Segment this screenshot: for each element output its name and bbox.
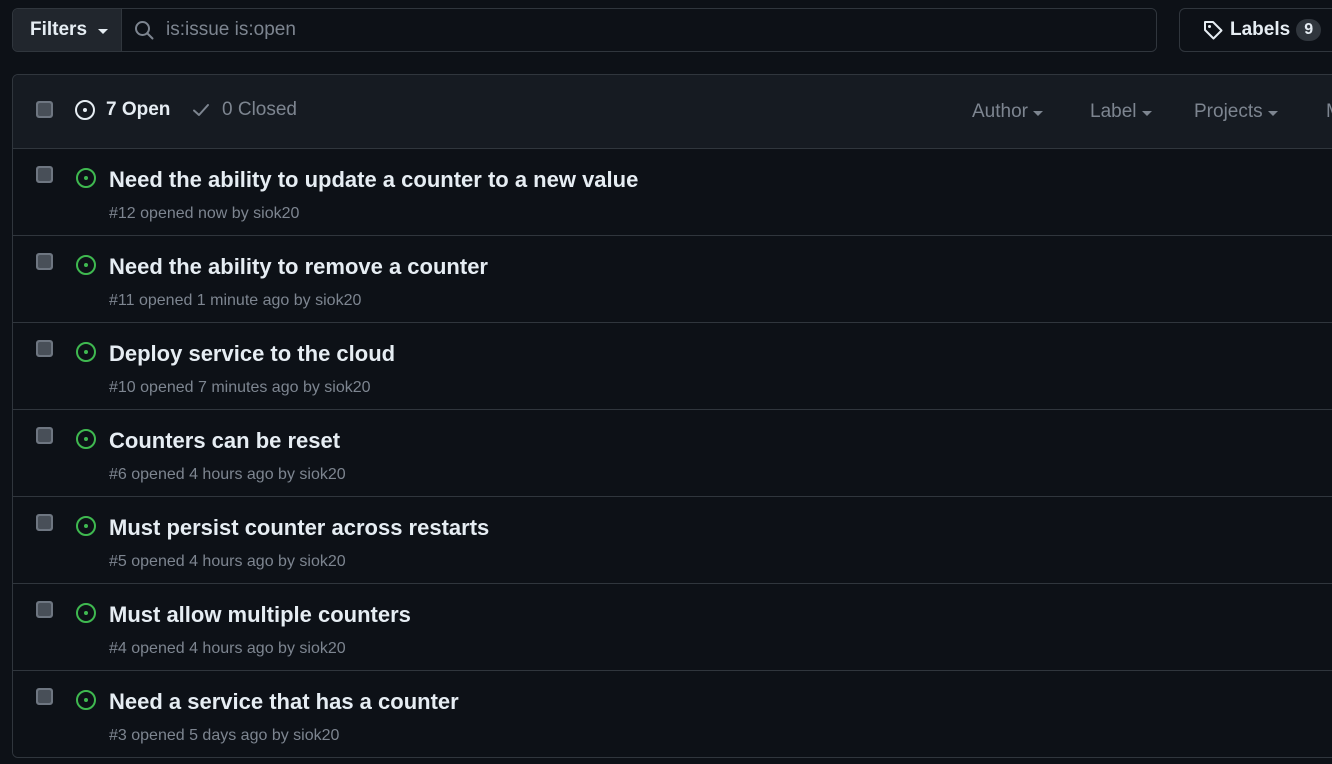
- search-input[interactable]: [164, 18, 1064, 42]
- search-box[interactable]: [122, 9, 1156, 51]
- issue-checkbox[interactable]: [36, 340, 53, 357]
- issue-opened-icon: [76, 690, 96, 710]
- check-icon: [193, 104, 209, 116]
- author-filter[interactable]: Author: [972, 101, 1043, 123]
- issues-toolbar: Filters Labels 9: [0, 0, 1332, 60]
- issues-list: 7 Open 0 Closed Author Label Projects M: [12, 74, 1332, 758]
- issue-title-link[interactable]: Must allow multiple counters: [109, 602, 411, 628]
- issue-opened-text: opened 1 minute ago by: [138, 292, 311, 309]
- issue-checkbox[interactable]: [36, 427, 53, 444]
- issue-checkbox[interactable]: [36, 514, 53, 531]
- issue-meta: #10 opened 7 minutes ago by siok20: [109, 379, 371, 397]
- issue-meta: #5 opened 4 hours ago by siok20: [109, 553, 346, 571]
- issue-meta: #12 opened now by siok20: [109, 205, 299, 223]
- issue-author-link[interactable]: siok20: [299, 466, 345, 483]
- caret-down-icon: [98, 28, 109, 34]
- search-icon: [135, 21, 154, 40]
- issue-row[interactable]: Need a service that has a counter #3 ope…: [13, 671, 1332, 757]
- issue-number: #4: [109, 640, 127, 657]
- issue-opened-icon: [76, 516, 96, 536]
- issue-title-link[interactable]: Deploy service to the cloud: [109, 341, 395, 367]
- issue-author-link[interactable]: siok20: [253, 205, 299, 222]
- issue-number: #10: [109, 379, 136, 396]
- issue-author-link[interactable]: siok20: [299, 553, 345, 570]
- milestones-filter-label: M: [1326, 101, 1332, 123]
- issue-number: #3: [109, 727, 127, 744]
- issues-list-header: 7 Open 0 Closed Author Label Projects M: [13, 75, 1332, 149]
- issue-title-link[interactable]: Must persist counter across restarts: [109, 515, 489, 541]
- issue-row[interactable]: Need the ability to update a counter to …: [13, 149, 1332, 236]
- label-filter[interactable]: Label: [1090, 101, 1152, 123]
- issue-checkbox[interactable]: [36, 166, 53, 183]
- label-filter-label: Label: [1090, 101, 1137, 122]
- issue-author-link[interactable]: siok20: [315, 292, 361, 309]
- issue-opened-icon: [76, 342, 96, 362]
- issue-number: #5: [109, 553, 127, 570]
- issue-author-link[interactable]: siok20: [324, 379, 370, 396]
- closed-issues-tab[interactable]: 0 Closed: [192, 99, 297, 121]
- issue-meta: #4 opened 4 hours ago by siok20: [109, 640, 346, 658]
- labels-count-badge: 9: [1296, 19, 1322, 41]
- issue-row[interactable]: Must persist counter across restarts #5 …: [13, 497, 1332, 584]
- issue-row[interactable]: Counters can be reset #6 opened 4 hours …: [13, 410, 1332, 497]
- issue-opened-text: opened 5 days ago by: [131, 727, 289, 744]
- issue-opened-icon: [76, 429, 96, 449]
- issue-checkbox[interactable]: [36, 601, 53, 618]
- labels-button[interactable]: Labels 9: [1179, 8, 1332, 52]
- issue-opened-text: opened 4 hours ago by: [131, 553, 295, 570]
- issue-opened-text: opened now by: [140, 205, 249, 222]
- issue-meta: #11 opened 1 minute ago by siok20: [109, 292, 361, 310]
- projects-filter-label: Projects: [1194, 101, 1263, 122]
- filters-button[interactable]: Filters: [13, 9, 122, 51]
- issue-author-link[interactable]: siok20: [293, 727, 339, 744]
- labels-label: Labels: [1230, 19, 1291, 40]
- milestones-filter[interactable]: M: [1326, 101, 1332, 123]
- issue-title-link[interactable]: Need the ability to update a counter to …: [109, 167, 638, 193]
- issue-opened-text: opened 7 minutes ago by: [140, 379, 320, 396]
- closed-issues-label: 0 Closed: [222, 99, 297, 120]
- issue-row[interactable]: Need the ability to remove a counter #11…: [13, 236, 1332, 323]
- issue-opened-icon: [76, 255, 96, 275]
- issue-opened-text: opened 4 hours ago by: [131, 466, 295, 483]
- caret-down-icon: [1032, 110, 1043, 116]
- filter-bar: Filters: [12, 8, 1157, 52]
- issue-number: #6: [109, 466, 127, 483]
- issue-opened-icon: [76, 168, 96, 188]
- projects-filter[interactable]: Projects: [1194, 101, 1278, 123]
- issue-author-link[interactable]: siok20: [299, 640, 345, 657]
- issue-checkbox[interactable]: [36, 253, 53, 270]
- author-filter-label: Author: [972, 101, 1028, 122]
- filters-label: Filters: [30, 19, 88, 40]
- caret-down-icon: [1267, 110, 1278, 116]
- issue-row[interactable]: Deploy service to the cloud #10 opened 7…: [13, 323, 1332, 410]
- issue-meta: #3 opened 5 days ago by siok20: [109, 727, 339, 745]
- issue-checkbox[interactable]: [36, 688, 53, 705]
- issue-meta: #6 opened 4 hours ago by siok20: [109, 466, 346, 484]
- caret-down-icon: [1141, 110, 1152, 116]
- issue-title-link[interactable]: Counters can be reset: [109, 428, 340, 454]
- issue-title-link[interactable]: Need a service that has a counter: [109, 689, 459, 715]
- open-issues-tab[interactable]: 7 Open: [74, 99, 170, 121]
- issue-opened-text: opened 4 hours ago by: [131, 640, 295, 657]
- issue-number: #11: [109, 292, 135, 309]
- open-issues-label: 7 Open: [106, 99, 171, 120]
- issue-opened-icon: [75, 100, 95, 120]
- select-all-checkbox[interactable]: [36, 101, 53, 118]
- issue-opened-icon: [76, 603, 96, 623]
- issue-number: #12: [109, 205, 136, 222]
- issue-title-link[interactable]: Need the ability to remove a counter: [109, 254, 488, 280]
- tag-icon: [1204, 21, 1223, 40]
- issue-row[interactable]: Must allow multiple counters #4 opened 4…: [13, 584, 1332, 671]
